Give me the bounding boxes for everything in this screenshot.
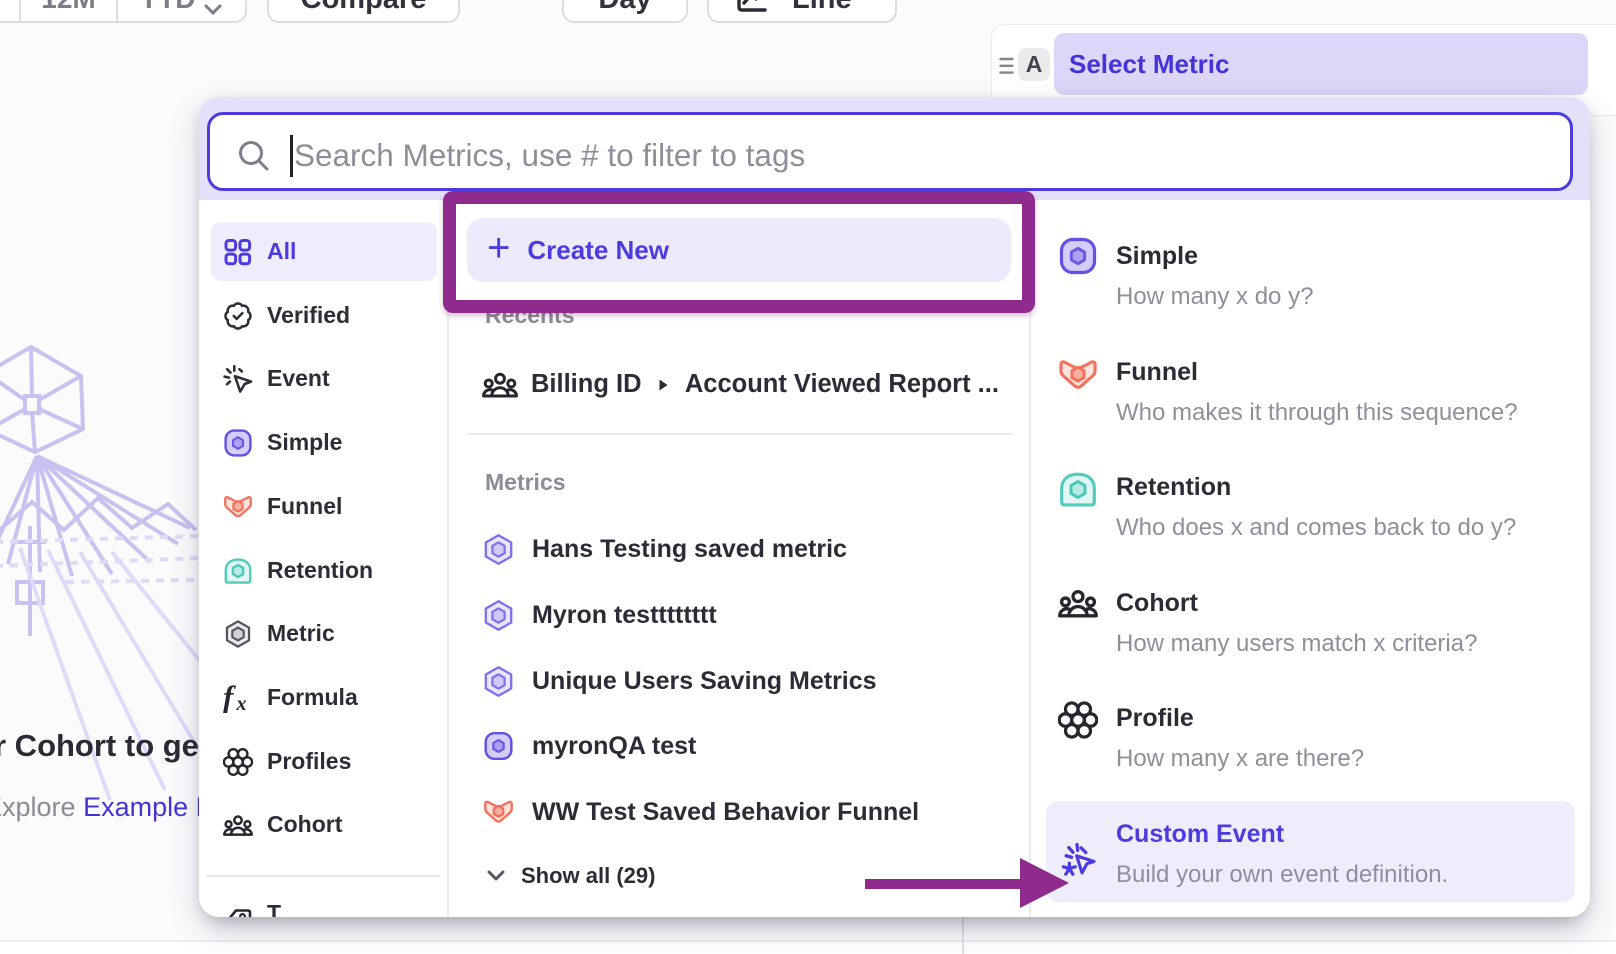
svg-text:x: x — [236, 693, 247, 713]
svg-text:f: f — [223, 683, 236, 713]
